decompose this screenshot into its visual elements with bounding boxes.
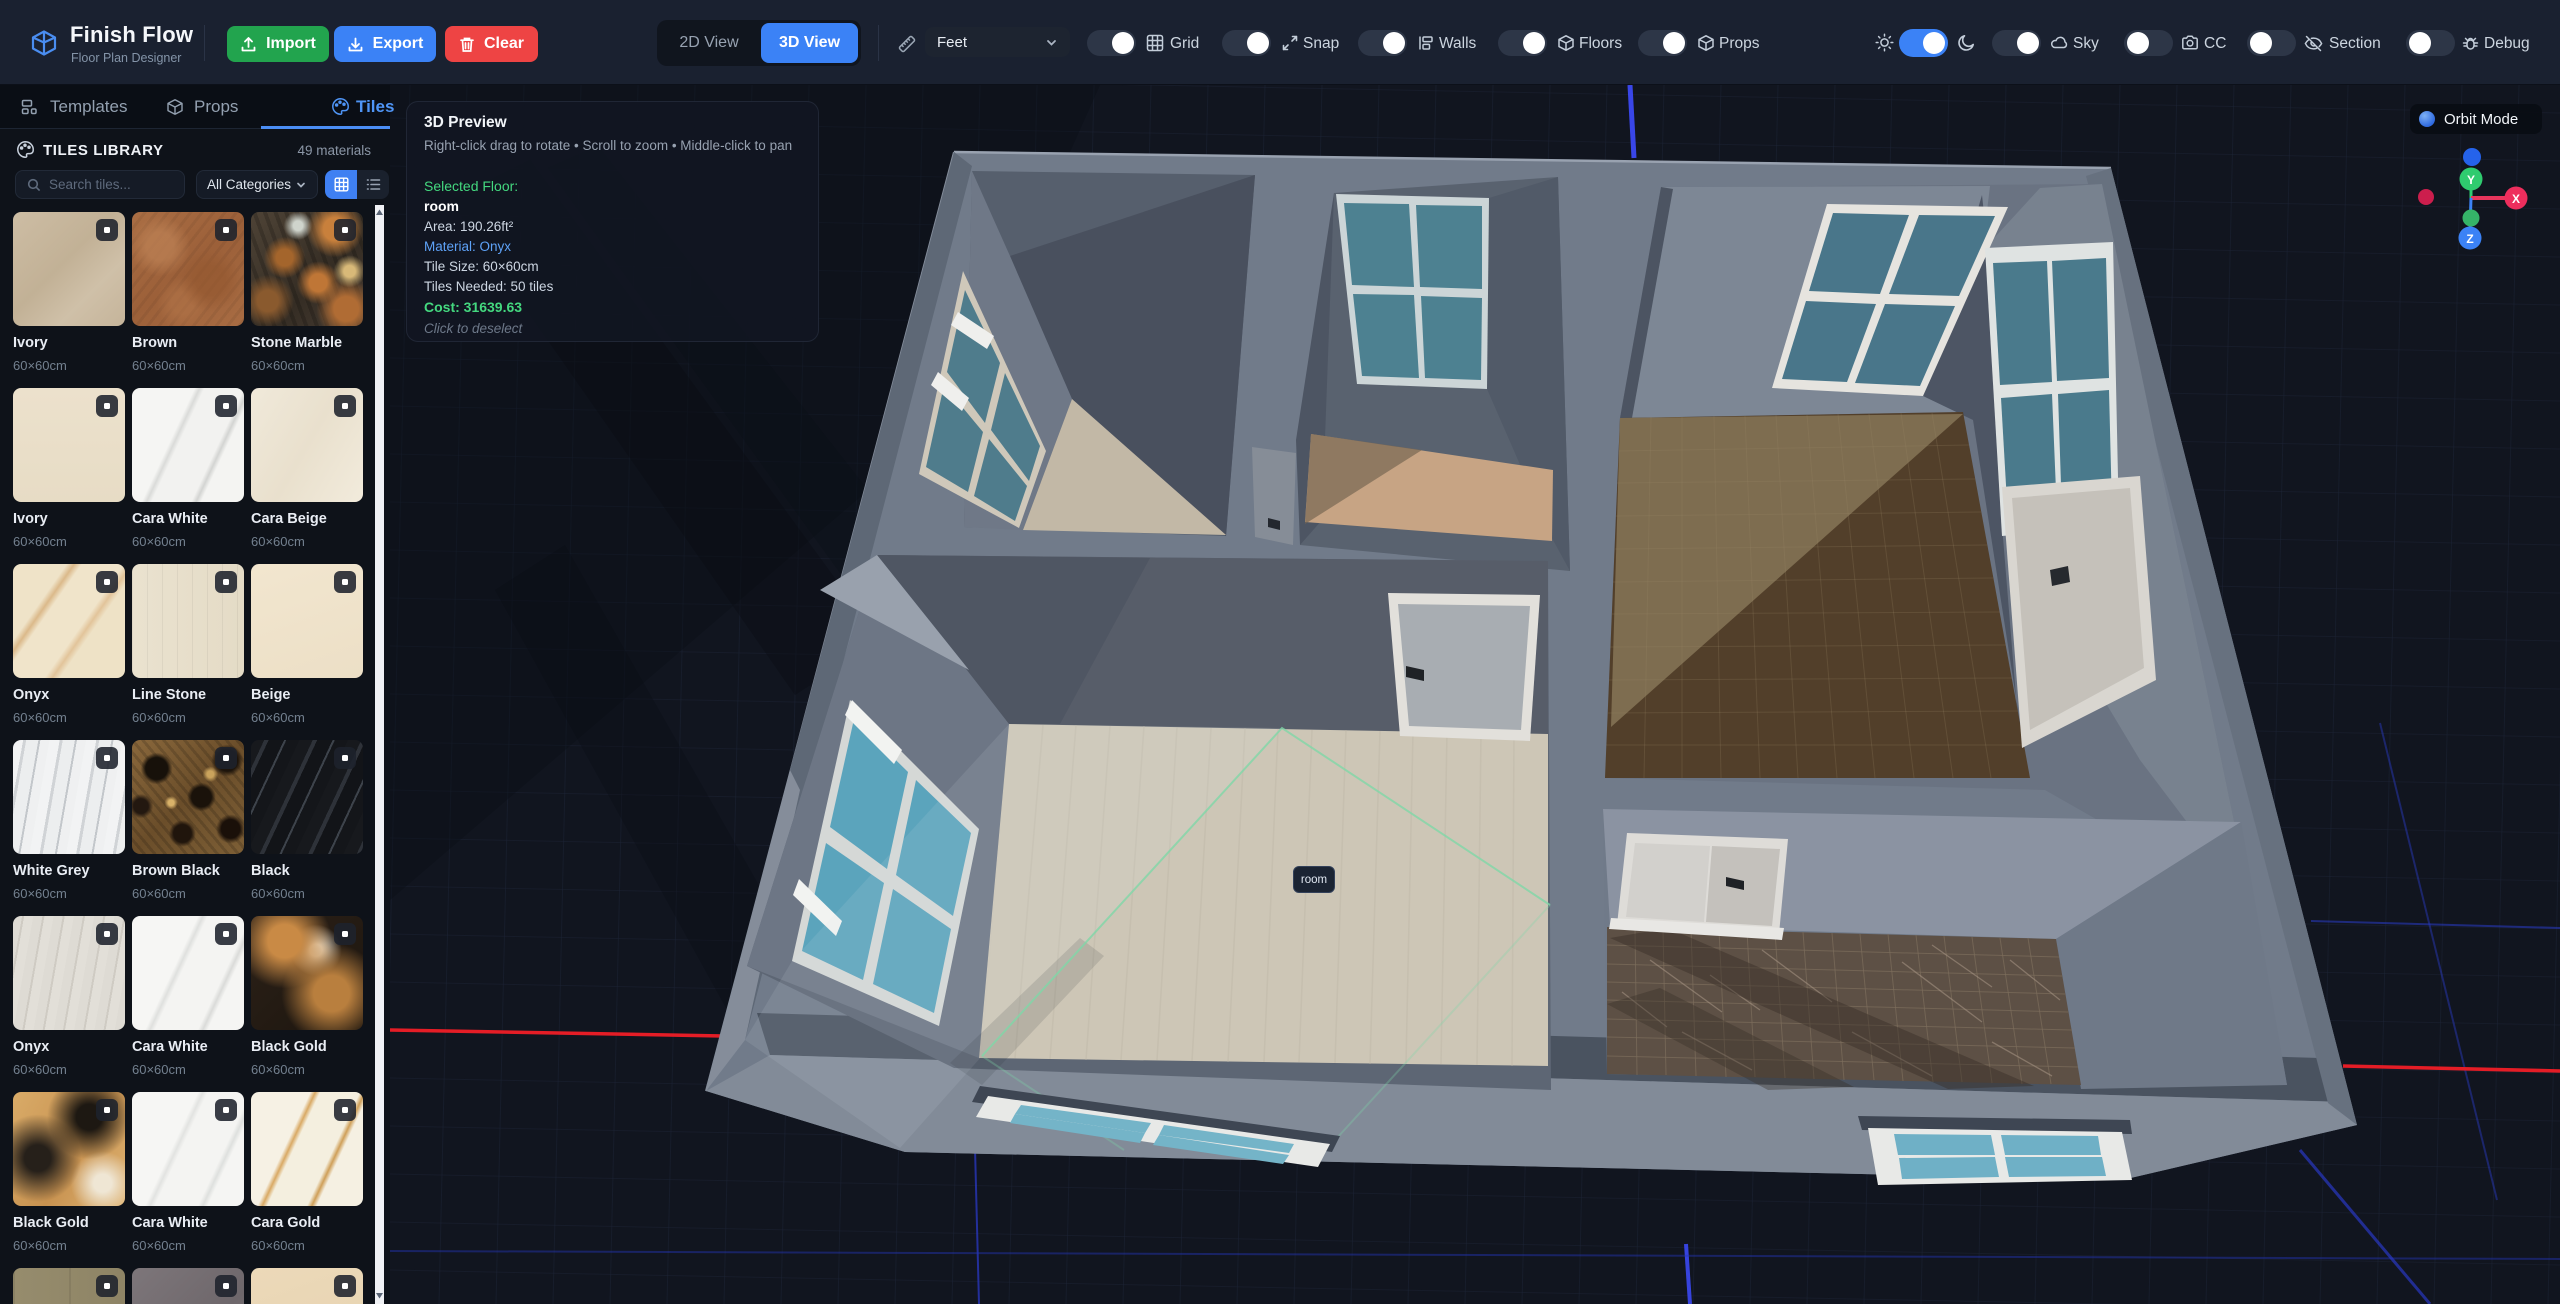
- svg-text:Y: Y: [2467, 173, 2475, 187]
- svg-text:Z: Z: [2466, 232, 2473, 246]
- svg-text:X: X: [2512, 192, 2520, 206]
